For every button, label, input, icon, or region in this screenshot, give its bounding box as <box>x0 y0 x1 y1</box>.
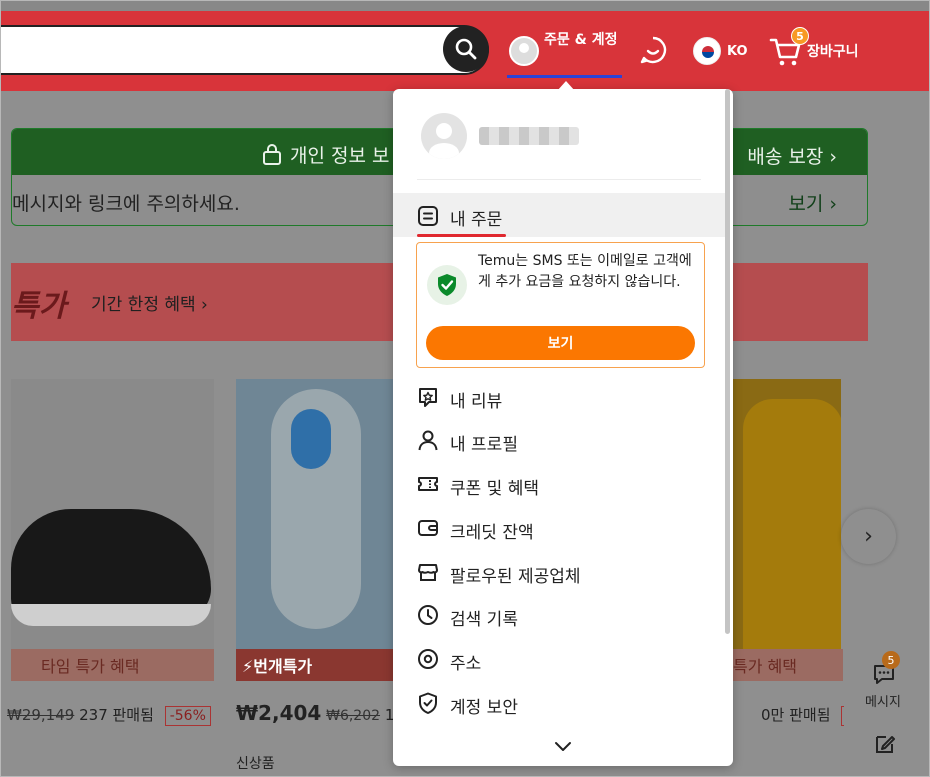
my-orders-label: 내 주문 <box>450 210 503 230</box>
coupon-icon <box>418 477 438 491</box>
jacket-image <box>743 399 841 659</box>
menu-item-label: 쿠폰 및 혜택 <box>450 479 540 499</box>
message-label: 메시지 <box>865 695 901 710</box>
side-message-button[interactable]: 5 메시지 <box>844 649 922 776</box>
edit-icon <box>876 736 895 753</box>
flash-deal-tag: ⚡번개특가 <box>236 649 393 681</box>
avatar-icon <box>509 36 539 66</box>
profile-header[interactable] <box>421 113 579 159</box>
language-selector[interactable]: KO <box>693 37 748 65</box>
menu-item-label: 크레딧 잔액 <box>450 523 534 543</box>
wallet-icon <box>418 520 438 536</box>
menu-item-account-security[interactable]: 계정 보안 <box>393 683 723 723</box>
notice-view-button[interactable]: 보기 <box>426 326 695 360</box>
account-menu-button[interactable]: 주문 & 계정 <box>507 31 622 81</box>
sneaker-image <box>11 509 211 619</box>
chevron-down-icon[interactable] <box>553 741 573 753</box>
cart-label: 장바구니 <box>807 44 859 60</box>
divider <box>417 179 701 180</box>
banner-message: 메시지와 링크에 주의하세요. <box>12 193 240 215</box>
location-icon <box>418 649 438 669</box>
product-card-shoe[interactable] <box>11 379 214 679</box>
menu-item-label: 계정 보안 <box>450 698 518 718</box>
chevron-right-icon: › <box>864 524 873 549</box>
dropdown-scrollbar[interactable] <box>725 89 730 634</box>
sale-price: ₩2,404 <box>236 701 322 725</box>
product-price-row: ₩29,149 237 판매됨 -56% <box>7 704 211 726</box>
browser-frame: 주문 & 계정 KO 5 장바구니 개인 정보 보 배송 보장 › 메시지와 링… <box>0 0 930 777</box>
original-price: ₩29,149 <box>7 706 75 724</box>
chat-smile-icon <box>640 36 667 64</box>
search-button[interactable] <box>443 26 489 72</box>
sold-count: 0만 판매됨 <box>761 706 831 724</box>
menu-item-coupons[interactable]: 쿠폰 및 혜택 <box>393 464 723 504</box>
sold-count: 237 판매됨 <box>79 706 154 724</box>
banner-privacy-label: 개인 정보 보 <box>290 145 390 167</box>
notice-text: Temu는 SMS 또는 이메일로 고객에게 추가 요금을 요청하지 않습니다. <box>478 253 692 290</box>
menu-item-label: 검색 기록 <box>450 610 518 630</box>
message-count-badge: 5 <box>882 651 900 669</box>
banner-privacy-text: 개인 정보 보 <box>262 141 389 168</box>
new-item-label: 신상품 <box>236 756 275 772</box>
product-card-insole[interactable] <box>236 379 393 679</box>
menu-item-followed-stores[interactable]: 팔로우된 제공업체 <box>393 552 723 592</box>
promo-subtitle[interactable]: 기간 한정 혜택 › <box>91 290 208 315</box>
menu-item-label: 내 리뷰 <box>450 392 503 412</box>
review-icon <box>419 388 437 407</box>
avatar <box>421 113 467 159</box>
discount-badge: -56% <box>164 706 211 726</box>
account-label: 주문 & 계정 <box>544 32 618 48</box>
search-input[interactable] <box>1 25 489 75</box>
lock-icon <box>263 144 281 165</box>
menu-item-label: 팔로우된 제공업체 <box>450 567 581 587</box>
banner-delivery-link[interactable]: 배송 보장 › <box>747 142 837 169</box>
banner-view-link[interactable]: 보기 › <box>788 189 837 216</box>
korea-flag-icon <box>693 37 721 65</box>
menu-item-my-orders[interactable]: 내 주문 <box>393 193 725 237</box>
active-indicator <box>417 234 506 237</box>
profile-icon <box>418 430 438 451</box>
dropdown-caret <box>557 81 575 91</box>
sneaker-sole <box>11 604 211 626</box>
carousel-next-button[interactable]: › <box>841 509 896 564</box>
shield-check-icon <box>427 265 467 305</box>
active-underline <box>507 75 622 78</box>
language-code: KO <box>727 43 748 59</box>
menu-item-label: 주소 <box>450 654 482 674</box>
menu-item-credit-balance[interactable]: 크레딧 잔액 <box>393 508 723 548</box>
shield-icon <box>419 692 437 714</box>
cart-button[interactable]: 5 장바구니 <box>769 27 879 67</box>
product-price-row: ₩2,404 ₩6,202 1. <box>236 701 399 725</box>
clock-icon <box>418 605 438 625</box>
product-card-jacket[interactable] <box>733 379 841 679</box>
promo-title: 특가 <box>11 289 67 324</box>
menu-item-my-reviews[interactable]: 내 리뷰 <box>393 377 723 417</box>
search-icon <box>455 38 477 60</box>
support-chat-button[interactable] <box>639 36 667 64</box>
insole-gel-pad <box>291 409 331 469</box>
menu-item-address[interactable]: 주소 <box>393 639 723 679</box>
deal-tag: 타임 특가 혜택 <box>11 649 214 681</box>
account-dropdown: 내 주문 Temu는 SMS 또는 이메일로 고객에게 추가 요금을 요청하지 … <box>393 89 733 766</box>
store-icon <box>418 564 438 581</box>
menu-item-search-history[interactable]: 검색 기록 <box>393 595 723 635</box>
original-price: ₩6,202 <box>326 708 381 724</box>
menu-item-label: 내 프로필 <box>450 435 518 455</box>
menu-item-my-profile[interactable]: 내 프로필 <box>393 420 723 460</box>
security-notice: Temu는 SMS 또는 이메일로 고객에게 추가 요금을 요청하지 않습니다.… <box>416 242 705 368</box>
blurred-username <box>479 127 579 145</box>
order-list-icon <box>418 206 438 226</box>
